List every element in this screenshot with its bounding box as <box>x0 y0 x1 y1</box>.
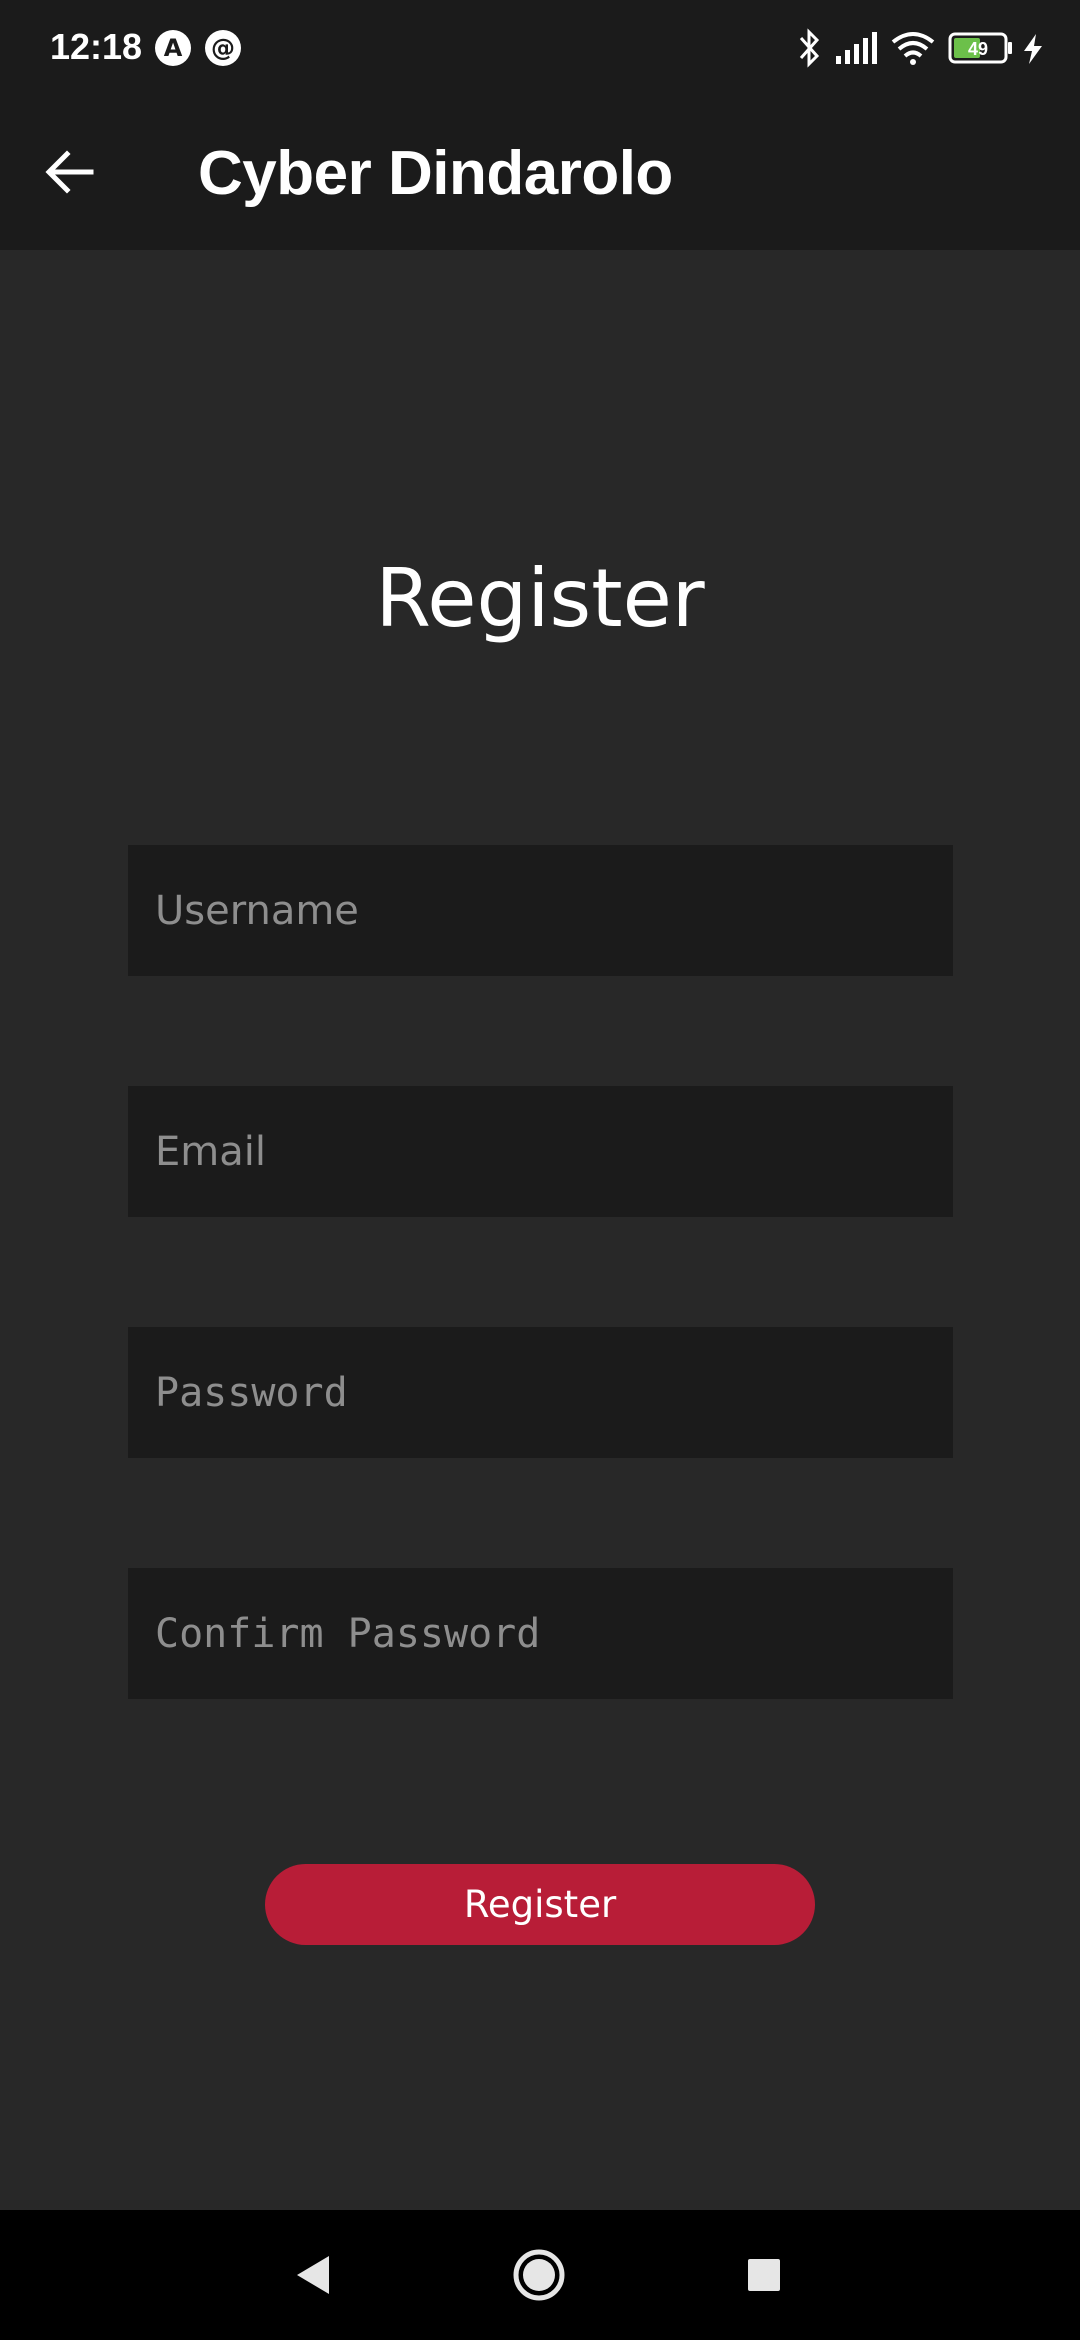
wifi-icon <box>891 32 935 65</box>
email-input[interactable] <box>128 1086 953 1217</box>
back-button[interactable] <box>30 132 110 212</box>
signal-icon <box>836 32 877 64</box>
screen: 12:18 A @ 49 Cyber Dindarolo Register Us… <box>0 0 1080 2340</box>
at-notification-icon: @ <box>205 30 241 66</box>
back-triangle-icon <box>297 2256 329 2294</box>
confirm-password-input[interactable] <box>128 1568 953 1699</box>
nav-home-button[interactable] <box>509 2245 569 2305</box>
system-nav-bar <box>0 2210 1080 2340</box>
battery-icon: 49 <box>948 32 1012 64</box>
register-button[interactable]: Register <box>265 1864 815 1945</box>
page-title: Register <box>375 552 705 645</box>
home-circle-icon <box>513 2249 565 2301</box>
app-title: Cyber Dindarolo <box>198 139 673 208</box>
status-time: 12:18 <box>50 26 143 67</box>
password-input[interactable] <box>128 1327 953 1458</box>
battery-level: 49 <box>968 39 988 59</box>
recents-square-icon <box>748 2259 780 2291</box>
status-bar: 12:18 A @ 49 <box>0 0 1080 96</box>
app-notification-icon: A <box>155 30 191 66</box>
nav-recents-button[interactable] <box>734 2245 794 2305</box>
username-input[interactable] <box>128 845 953 976</box>
bluetooth-icon <box>799 28 820 68</box>
nav-back-button[interactable] <box>283 2245 343 2305</box>
app-bar: Cyber Dindarolo <box>0 96 1080 250</box>
charging-icon <box>1024 34 1042 64</box>
arrow-left-icon <box>45 150 94 194</box>
